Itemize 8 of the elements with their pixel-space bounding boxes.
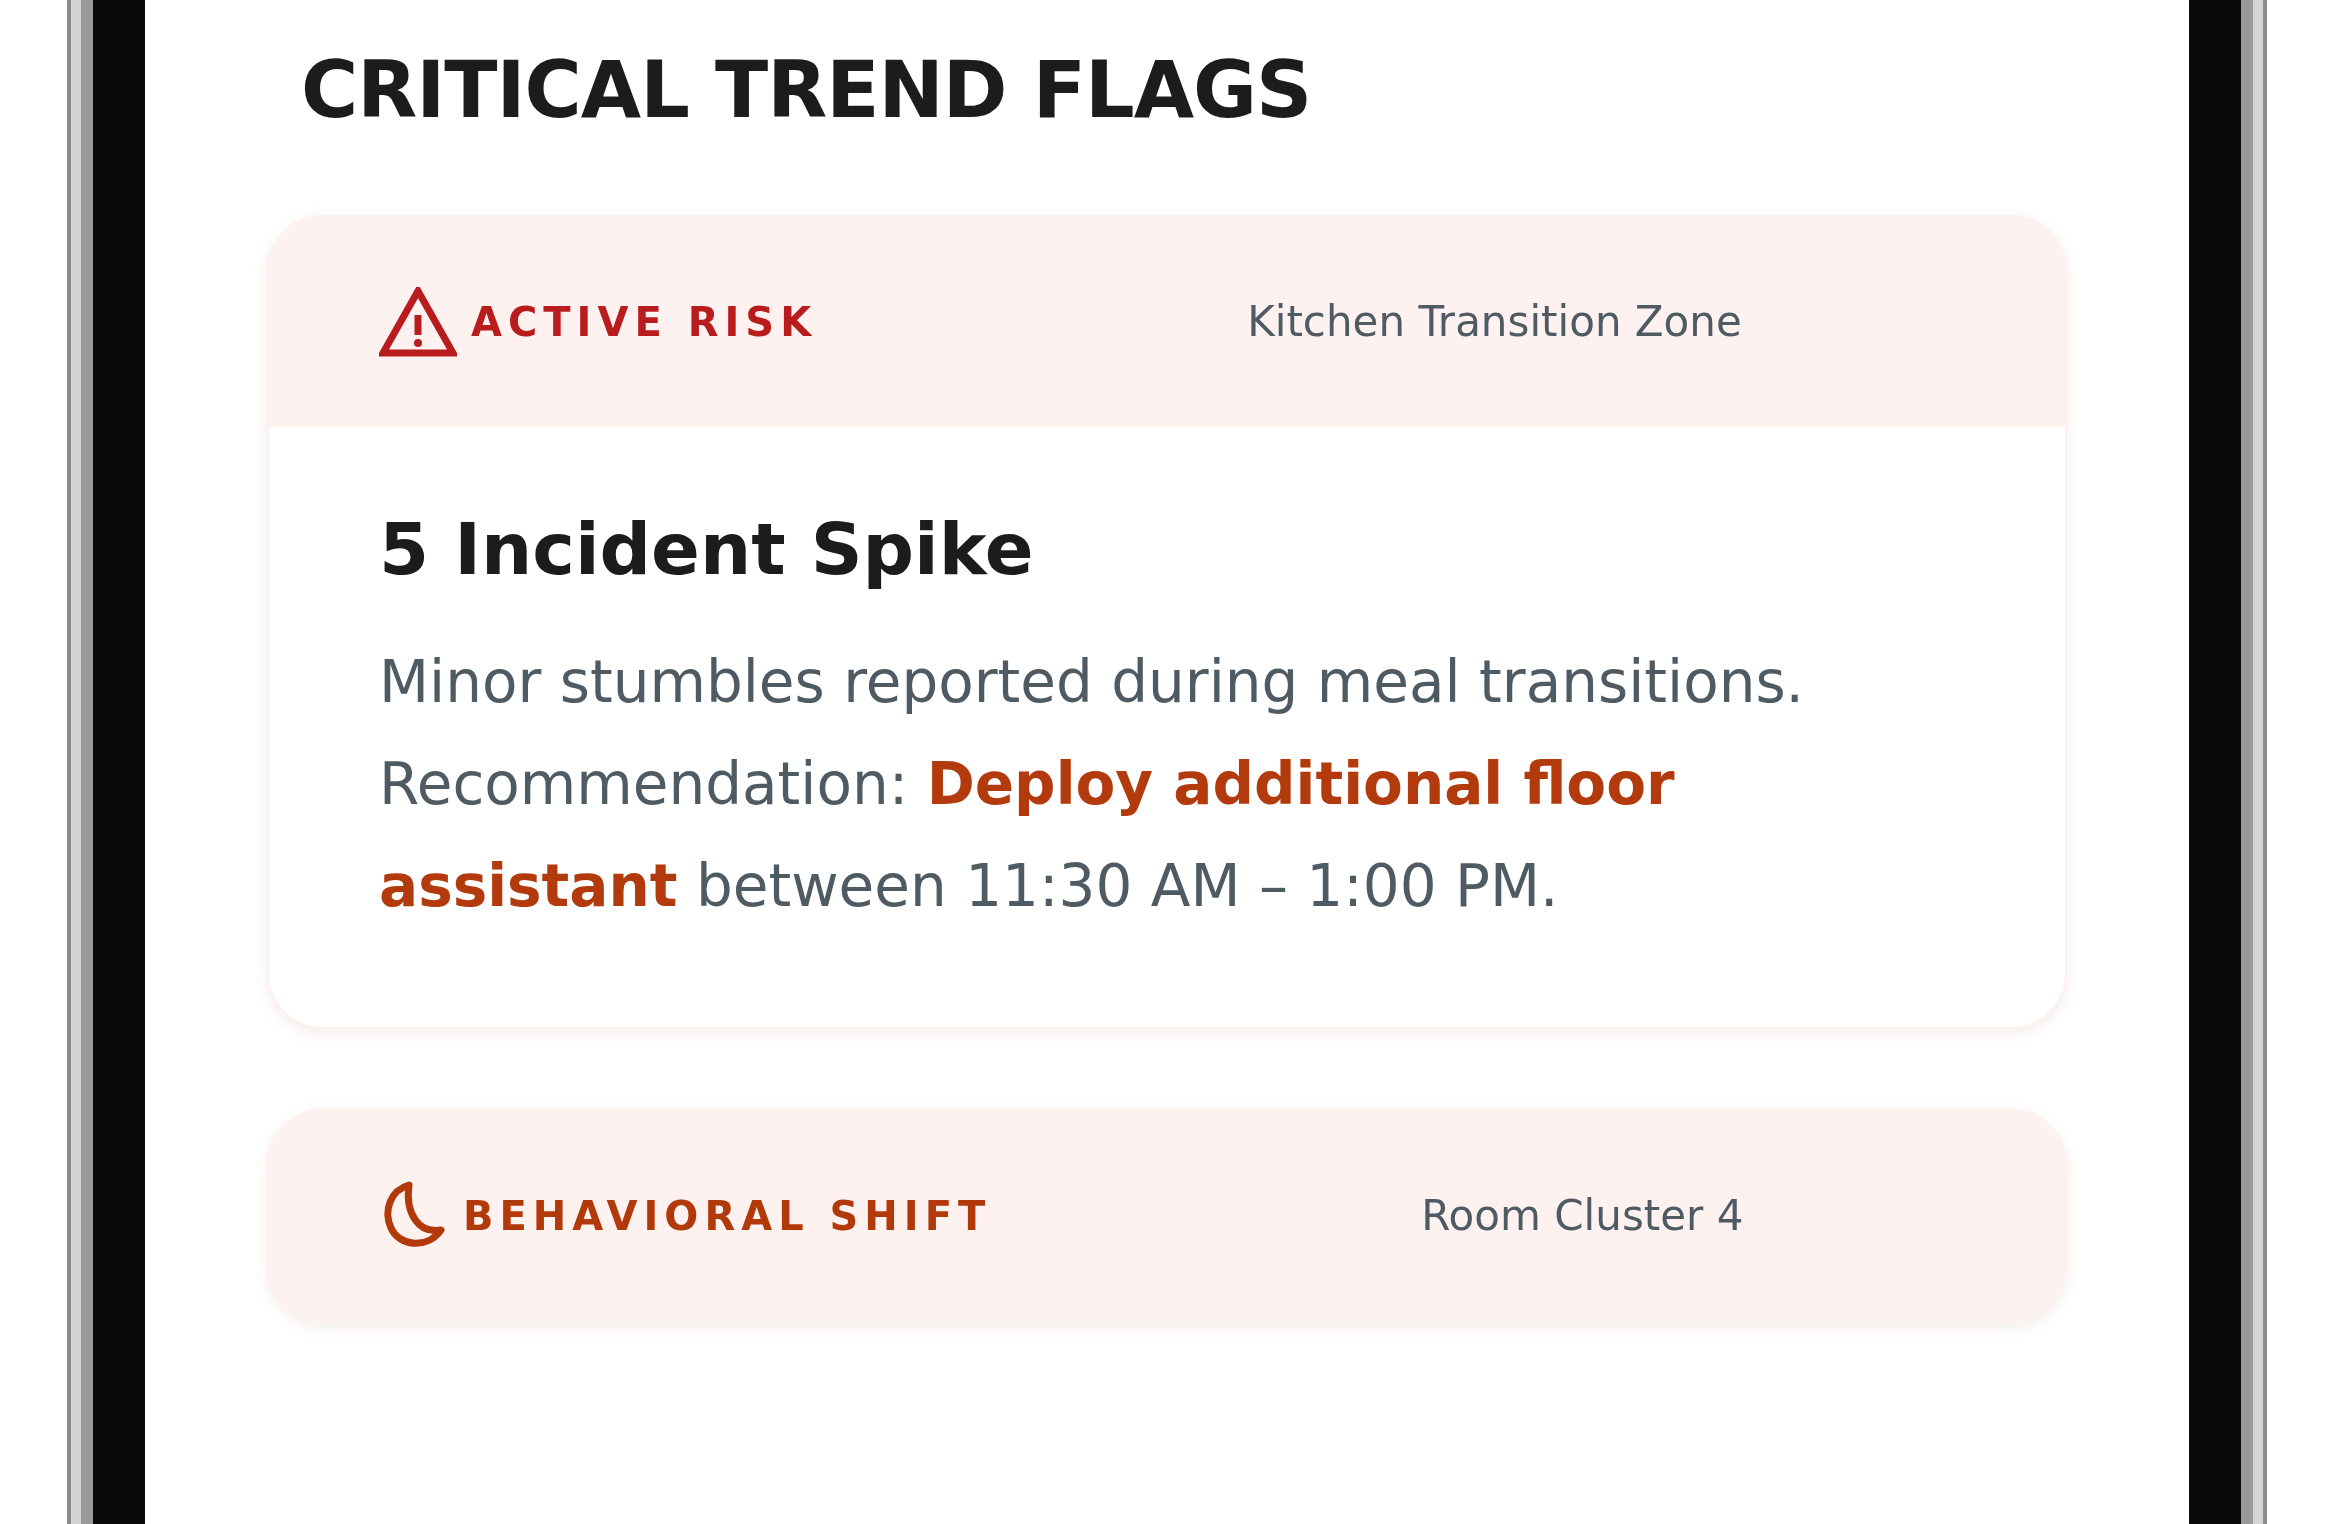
flag-location: Kitchen Transition Zone	[1247, 296, 1742, 348]
flag-label: ACTIVE RISK	[471, 299, 818, 345]
flag-label: BEHAVIORAL SHIFT	[463, 1193, 992, 1239]
flag-heading: 5 Incident Spike	[379, 507, 1035, 591]
flag-description: Minor stumbles reported during meal transitions. Recommendation: Deploy additional floor assistant between 11:30 AM – 1:00 PM.	[379, 647, 1806, 922]
flag-location: Room Cluster 4	[1421, 1190, 1744, 1242]
page-title: CRITICAL TREND FLAGS	[301, 45, 1313, 135]
warning-icon	[379, 287, 457, 357]
